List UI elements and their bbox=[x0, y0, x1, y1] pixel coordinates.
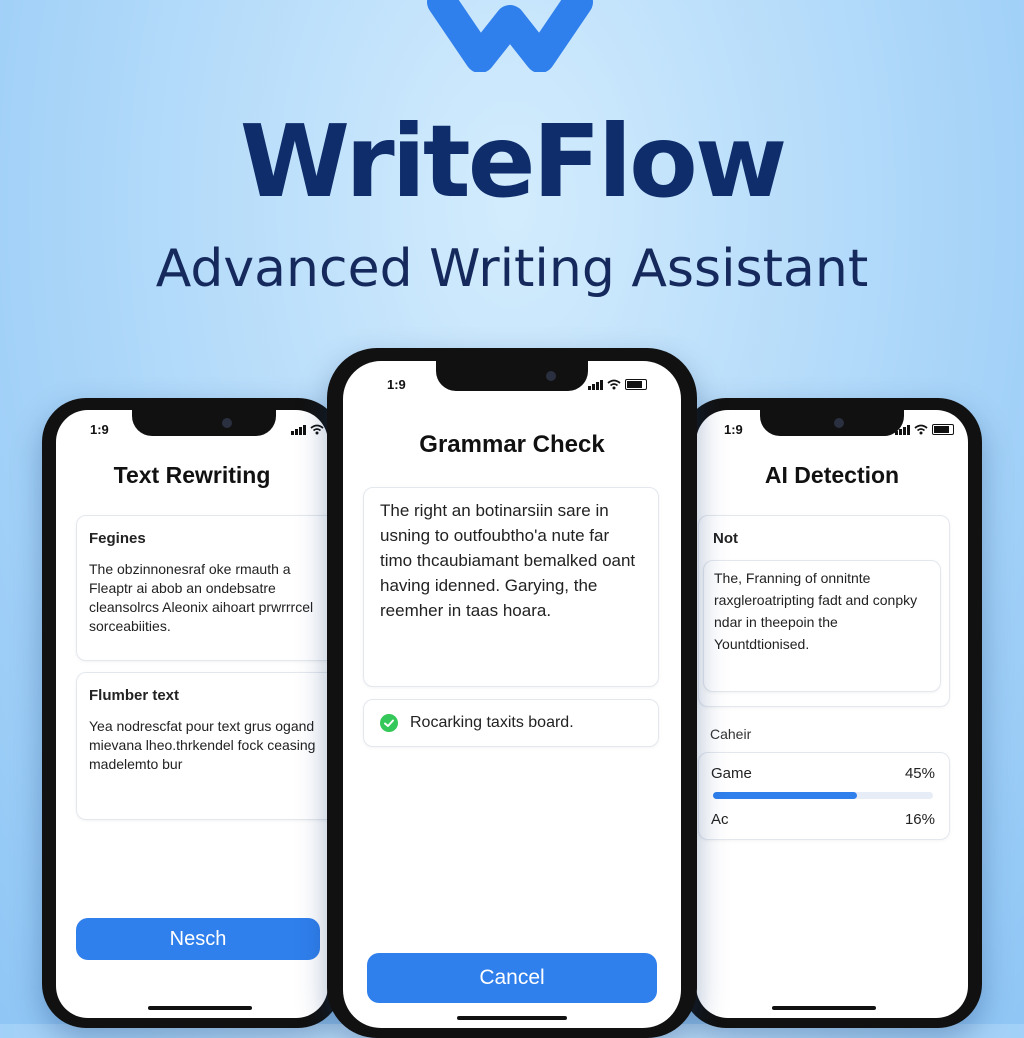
camera-icon bbox=[546, 371, 556, 381]
screen-title: Text Rewriting bbox=[113, 462, 271, 488]
card-title: Fegines bbox=[89, 530, 146, 547]
status-time: 1:9 bbox=[387, 377, 406, 392]
phone-screen: 1:9 Text Rewriting Fegines The obzinnone… bbox=[56, 410, 328, 1018]
screen-title: Grammar Check bbox=[419, 431, 605, 458]
score-bar-fill bbox=[713, 792, 857, 799]
nesch-button[interactable]: Nesch bbox=[76, 918, 320, 960]
home-indicator bbox=[148, 1006, 252, 1010]
phone-text-rewriting: 1:9 Text Rewriting Fegines The obzinnone… bbox=[42, 398, 342, 1028]
status-icons bbox=[588, 379, 647, 390]
card-text: Yea nodrescfat pour text grus ogand miev… bbox=[89, 718, 316, 772]
writeflow-logo-icon bbox=[427, 0, 593, 72]
check-circle-icon bbox=[380, 714, 398, 732]
wifi-icon bbox=[914, 424, 928, 435]
detection-text-box: The, Franning of onnitnte raxgleroatript… bbox=[703, 560, 941, 692]
grammar-text: The right an botinarsiin sare in usning … bbox=[380, 501, 636, 620]
rewrite-card-1[interactable]: Fegines The obzinnonesraf oke rmauth a F… bbox=[76, 515, 328, 661]
rewrite-card-2[interactable]: Flumber text Yea nodrescfat pour text gr… bbox=[76, 672, 328, 820]
phone-screen: 1:9 Grammar Check The right an botinarsi… bbox=[343, 361, 681, 1028]
status-text: Rocarking taxits board. bbox=[410, 714, 574, 731]
camera-icon bbox=[834, 418, 844, 428]
phone-ai-detection: 1:9 AI Detection Not The, Franning of on… bbox=[682, 398, 982, 1028]
score-value-game: 45% bbox=[904, 765, 935, 782]
card-title: Not bbox=[713, 530, 738, 547]
card-text: The, Franning of onnitnte raxgleroatript… bbox=[714, 570, 918, 652]
section-label: Caheir bbox=[710, 726, 752, 742]
home-indicator bbox=[457, 1016, 567, 1020]
grammar-text-card[interactable]: The right an botinarsiin sare in usning … bbox=[363, 487, 659, 687]
status-time: 1:9 bbox=[90, 422, 109, 437]
brand-title: WriteFlow bbox=[239, 103, 787, 220]
card-title: Flumber text bbox=[89, 687, 180, 704]
status-icons bbox=[291, 424, 324, 435]
score-card: Game 45% Ac 16% bbox=[698, 752, 950, 840]
signal-icon bbox=[291, 424, 306, 435]
status-row[interactable]: Rocarking taxits board. bbox=[363, 699, 659, 747]
wifi-icon bbox=[310, 424, 324, 435]
status-icons bbox=[895, 424, 954, 435]
card-text: The obzinnonesraf oke rmauth a Fleaptr a… bbox=[89, 561, 314, 634]
brand-tagline: Advanced Writing Assistant bbox=[155, 239, 869, 299]
notch bbox=[436, 361, 588, 391]
status-time: 1:9 bbox=[724, 422, 743, 437]
signal-icon bbox=[588, 379, 603, 390]
detection-card[interactable]: Not The, Franning of onnitnte raxgleroat… bbox=[698, 515, 950, 707]
cancel-button[interactable]: Cancel bbox=[367, 953, 657, 1003]
notch bbox=[760, 410, 904, 436]
score-value-ac: 16% bbox=[904, 811, 935, 828]
score-bar-track bbox=[713, 792, 933, 799]
score-label-game: Game bbox=[711, 765, 752, 782]
home-indicator bbox=[772, 1006, 876, 1010]
battery-icon bbox=[932, 424, 954, 435]
wifi-icon bbox=[607, 379, 621, 390]
screen-title: AI Detection bbox=[764, 462, 900, 488]
phone-screen: 1:9 AI Detection Not The, Franning of on… bbox=[696, 410, 968, 1018]
battery-icon bbox=[625, 379, 647, 390]
phone-grammar-check: 1:9 Grammar Check The right an botinarsi… bbox=[327, 348, 697, 1038]
score-label-ac: Ac bbox=[711, 811, 729, 828]
notch bbox=[132, 410, 276, 436]
camera-icon bbox=[222, 418, 232, 428]
